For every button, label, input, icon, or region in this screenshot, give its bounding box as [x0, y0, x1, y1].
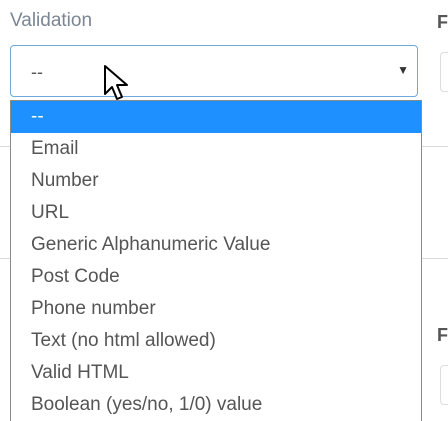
option-number[interactable]: Number — [11, 165, 421, 197]
adjacent-field-label: F — [437, 12, 448, 32]
section-divider — [422, 146, 448, 147]
option-url[interactable]: URL — [11, 197, 421, 229]
adjacent-input[interactable] — [440, 52, 448, 92]
adjacent-input-lower[interactable] — [440, 365, 448, 405]
select-current-value: -- — [31, 62, 43, 82]
option-generic-alphanumeric[interactable]: Generic Alphanumeric Value — [11, 229, 421, 261]
option-text-no-html[interactable]: Text (no html allowed) — [11, 325, 421, 357]
option-none[interactable]: -- — [11, 101, 421, 133]
mouse-cursor-icon — [104, 65, 128, 100]
validation-label: Validation — [10, 10, 93, 31]
option-valid-html[interactable]: Valid HTML — [11, 357, 421, 389]
option-boolean[interactable]: Boolean (yes/no, 1/0) value — [11, 389, 421, 421]
adjacent-field-label-lower: F — [437, 325, 448, 345]
option-email[interactable]: Email — [11, 133, 421, 165]
option-phone-number[interactable]: Phone number — [11, 293, 421, 325]
validation-dropdown-list: -- Email Number URL Generic Alphanumeric… — [10, 100, 422, 421]
section-divider — [0, 146, 10, 147]
section-divider — [0, 258, 10, 259]
section-divider — [422, 258, 448, 259]
chevron-down-icon[interactable]: ▼ — [397, 63, 409, 77]
option-post-code[interactable]: Post Code — [11, 261, 421, 293]
validation-select[interactable]: -- ▼ — [10, 45, 418, 97]
